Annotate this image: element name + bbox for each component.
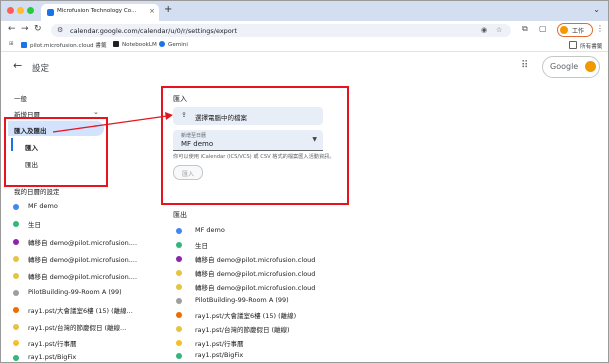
screenshot-frame: Microfusion Technology Co... × + ⌄ ← → ↻…: [0, 0, 609, 363]
annotation-arrow: [52, 112, 173, 133]
annotation-arrow-line: [52, 115, 168, 133]
annotation-arrow-head: [165, 112, 173, 120]
